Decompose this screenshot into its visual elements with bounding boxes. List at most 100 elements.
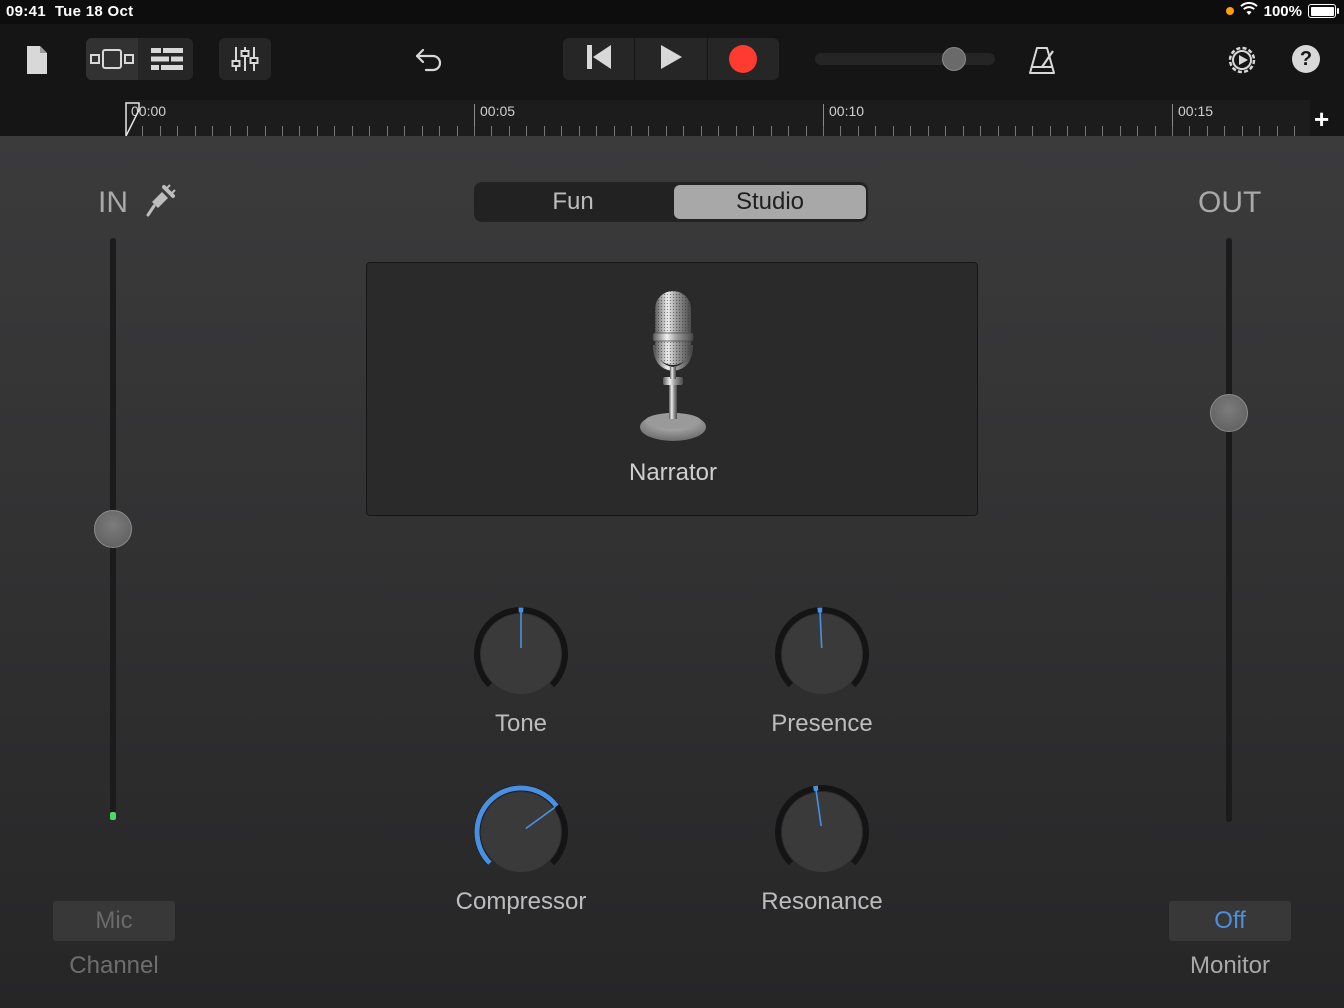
status-date: Tue 18 Oct bbox=[54, 3, 134, 20]
ruler-tick bbox=[230, 126, 231, 136]
knob-body bbox=[782, 614, 862, 694]
battery-percent: 100% bbox=[1263, 2, 1302, 20]
ruler-tick bbox=[945, 126, 946, 136]
play-button[interactable] bbox=[635, 38, 708, 80]
tracks-view-icon[interactable] bbox=[86, 38, 138, 80]
record-icon bbox=[729, 45, 758, 73]
battery-icon bbox=[1308, 4, 1339, 18]
ruler-tick bbox=[457, 126, 458, 136]
metronome-icon[interactable] bbox=[1024, 42, 1060, 78]
tab-fun[interactable]: Fun bbox=[477, 185, 669, 219]
knob-value-marker bbox=[813, 785, 819, 792]
tab-studio[interactable]: Studio bbox=[674, 185, 866, 219]
mic-in-use-indicator bbox=[1225, 7, 1234, 15]
ruler-tick bbox=[701, 126, 702, 136]
status-time: 09:41 bbox=[6, 3, 46, 20]
knob-body bbox=[481, 792, 561, 872]
record-button[interactable] bbox=[708, 38, 779, 80]
ruler-tick bbox=[1102, 126, 1103, 136]
ruler-label: 00:15 bbox=[1178, 103, 1214, 119]
ruler-tick bbox=[404, 126, 405, 136]
document-icon[interactable] bbox=[22, 42, 52, 78]
ruler-tick bbox=[509, 126, 510, 136]
resonance-label: Resonance bbox=[761, 888, 883, 915]
ruler-tick bbox=[282, 126, 283, 136]
ruler-tick bbox=[369, 126, 370, 136]
timeline-ruler[interactable]: 00:00 00:05 00:10 00:15 + bbox=[0, 100, 1344, 137]
ruler-tick bbox=[840, 126, 841, 136]
undo-icon[interactable] bbox=[410, 44, 448, 76]
ruler-label: 00:10 bbox=[829, 103, 865, 119]
mic-channel-button[interactable]: Mic bbox=[53, 901, 175, 941]
play-icon bbox=[659, 44, 683, 75]
output-level-track[interactable] bbox=[1226, 238, 1232, 822]
ruler-tick bbox=[1015, 126, 1016, 136]
rewind-button[interactable] bbox=[563, 38, 636, 80]
ruler-tick bbox=[771, 126, 772, 136]
master-volume-thumb[interactable] bbox=[941, 47, 966, 71]
tone-knob[interactable] bbox=[473, 606, 569, 702]
resonance-knob[interactable] bbox=[774, 784, 870, 880]
ruler-tick bbox=[806, 126, 807, 136]
ruler-tick bbox=[963, 126, 964, 136]
ruler-tick bbox=[579, 126, 580, 136]
ruler-tick bbox=[683, 126, 684, 136]
presence-label: Presence bbox=[771, 710, 873, 737]
ruler-tick bbox=[1032, 126, 1033, 136]
help-icon[interactable]: ? bbox=[1292, 45, 1320, 73]
ruler-tick bbox=[596, 126, 597, 136]
ruler-tick bbox=[648, 126, 649, 136]
ruler-tick bbox=[823, 126, 824, 136]
ruler-tick bbox=[1224, 126, 1225, 136]
ruler-tick bbox=[1189, 126, 1190, 136]
ruler-tick bbox=[736, 126, 737, 136]
rewind-icon bbox=[585, 44, 613, 75]
ruler-tick bbox=[1207, 126, 1208, 136]
output-level-thumb[interactable] bbox=[1210, 394, 1248, 433]
settings-icon[interactable] bbox=[1224, 42, 1260, 78]
input-label: IN bbox=[98, 186, 128, 219]
ruler-tick bbox=[631, 126, 632, 136]
ruler-tick bbox=[666, 126, 667, 136]
ruler-tick bbox=[299, 126, 300, 136]
compressor-knob[interactable] bbox=[473, 784, 569, 880]
audio-recorder-panel: IN Mic Channel OUT Off Monitor Fun Studi… bbox=[0, 136, 1344, 1008]
status-bar: 09:41 Tue 18 Oct 100% bbox=[0, 0, 1344, 24]
ruler-tick bbox=[1294, 126, 1295, 136]
ruler-tick bbox=[1277, 126, 1278, 136]
preset-name: Narrator bbox=[628, 459, 718, 486]
ruler-tick bbox=[352, 126, 353, 136]
compressor-label: Compressor bbox=[455, 888, 587, 915]
preset-selector[interactable]: Narrator bbox=[366, 262, 978, 516]
ruler-tick bbox=[212, 126, 213, 136]
mode-segmented-control: Fun Studio bbox=[474, 182, 868, 222]
ruler-tick bbox=[1137, 126, 1138, 136]
ruler-tick bbox=[142, 126, 143, 136]
presence-knob[interactable] bbox=[774, 606, 870, 702]
microphone-icon bbox=[633, 287, 713, 447]
ruler-tick bbox=[317, 126, 318, 136]
master-volume-slider[interactable] bbox=[815, 53, 995, 65]
ruler-tick bbox=[561, 126, 562, 136]
playhead-icon[interactable] bbox=[125, 102, 141, 137]
ruler-tick bbox=[1242, 126, 1243, 136]
input-settings-icon[interactable] bbox=[144, 184, 176, 218]
ruler-tick bbox=[334, 126, 335, 136]
ruler-tick bbox=[1067, 126, 1068, 136]
knob-body bbox=[782, 792, 862, 872]
ruler-strip[interactable]: 00:00 00:05 00:10 00:15 bbox=[125, 100, 1310, 136]
transport-controls bbox=[563, 38, 779, 80]
monitor-button[interactable]: Off bbox=[1169, 901, 1291, 941]
input-level-thumb[interactable] bbox=[94, 510, 132, 548]
ruler-tick bbox=[265, 126, 266, 136]
view-toggle bbox=[86, 38, 193, 80]
ruler-tick bbox=[1085, 126, 1086, 136]
mixer-icon[interactable] bbox=[219, 38, 271, 80]
monitor-caption: Monitor bbox=[1189, 952, 1271, 979]
ruler-tick bbox=[858, 126, 859, 136]
add-section-button[interactable]: + bbox=[1314, 104, 1329, 135]
ruler-tick bbox=[910, 126, 911, 136]
ruler-tick bbox=[1172, 126, 1173, 136]
list-view-icon[interactable] bbox=[140, 38, 193, 80]
output-label: OUT bbox=[1198, 186, 1262, 219]
